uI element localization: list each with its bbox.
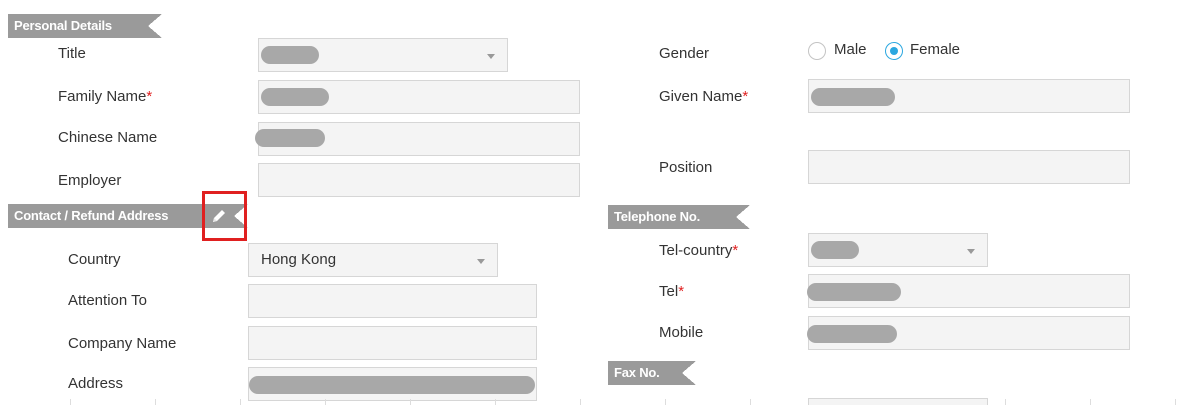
gender-male-radio[interactable]: [808, 42, 826, 60]
telephone-header: Telephone No.: [608, 205, 750, 229]
chinese-name-label: Chinese Name: [58, 129, 158, 146]
company-name-label: Company Name: [68, 335, 177, 352]
country-value: Hong Kong: [261, 251, 337, 268]
address-value-redacted: [249, 376, 535, 394]
chevron-down-icon: [477, 259, 485, 264]
company-name-input[interactable]: [248, 326, 537, 360]
employer-label: Employer: [58, 172, 122, 189]
required-mark: *: [678, 283, 685, 300]
mobile-value-redacted: [807, 325, 897, 343]
contact-address-header-text: Contact / Refund Address: [14, 208, 169, 223]
fax-header-text: Fax No.: [614, 365, 660, 380]
tel-country-select[interactable]: [808, 233, 988, 267]
gender-male-label[interactable]: Male: [834, 40, 867, 60]
tel-value-redacted: [807, 283, 901, 301]
tel-label: Tel*: [659, 283, 685, 300]
title-label: Title: [58, 45, 86, 62]
address-input[interactable]: [248, 367, 537, 401]
family-name-input[interactable]: [258, 80, 580, 114]
tel-input[interactable]: [807, 274, 1130, 308]
position-input[interactable]: [808, 150, 1130, 184]
chevron-down-icon: [487, 54, 495, 59]
chinese-name-input[interactable]: [255, 122, 580, 156]
address-label: Address: [68, 375, 124, 392]
gender-label: Gender: [659, 45, 710, 62]
edit-address-highlight: [202, 191, 247, 241]
title-select[interactable]: [258, 38, 508, 72]
personal-details-header-text: Personal Details: [14, 18, 112, 33]
required-mark: *: [742, 88, 749, 105]
employer-input[interactable]: [258, 163, 580, 197]
gender-female-radio[interactable]: [885, 42, 903, 60]
contact-address-header: Contact / Refund Address: [8, 204, 248, 228]
tel-country-value-redacted: [811, 241, 859, 259]
bottom-divider: [0, 397, 1203, 405]
given-name-value-redacted: [811, 88, 895, 106]
country-select[interactable]: Hong Kong: [248, 243, 498, 277]
country-label: Country: [68, 251, 121, 268]
gender-female-label[interactable]: Female: [910, 40, 960, 60]
required-mark: *: [732, 242, 739, 259]
personal-details-header: Personal Details: [8, 14, 162, 38]
tel-country-label: Tel-country*: [659, 242, 739, 259]
position-label: Position: [659, 159, 713, 176]
fax-header: Fax No.: [608, 361, 696, 385]
attention-to-input[interactable]: [248, 284, 537, 318]
mobile-input[interactable]: [807, 316, 1130, 350]
chevron-down-icon: [967, 249, 975, 254]
given-name-label: Given Name*: [659, 88, 749, 105]
required-mark: *: [146, 88, 153, 105]
given-name-input[interactable]: [808, 79, 1130, 113]
title-value-redacted: [261, 46, 319, 64]
mobile-label: Mobile: [659, 324, 704, 341]
attention-to-label: Attention To: [68, 292, 147, 309]
family-name-label: Family Name*: [58, 88, 153, 105]
family-name-value-redacted: [261, 88, 329, 106]
telephone-header-text: Telephone No.: [614, 209, 700, 224]
chinese-name-value-redacted: [255, 129, 325, 147]
